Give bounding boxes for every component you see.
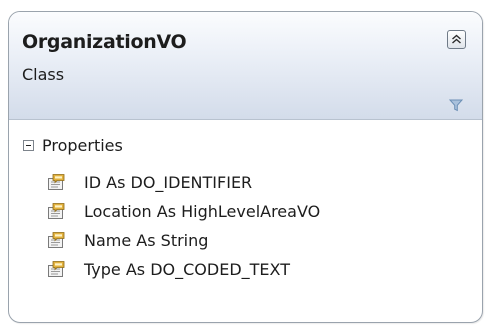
- compartment-label: Properties: [42, 136, 123, 155]
- class-kind: Class: [22, 65, 65, 84]
- property-icon: [48, 174, 65, 190]
- property-label: Type As DO_CODED_TEXT: [84, 260, 290, 279]
- property-icon: [48, 232, 65, 248]
- property-label: Location As HighLevelAreaVO: [84, 202, 321, 221]
- filter-icon[interactable]: [449, 98, 463, 112]
- collapse-chevrons-icon[interactable]: [447, 30, 466, 49]
- class-header[interactable]: OrganizationVO Class: [9, 12, 482, 120]
- class-name: OrganizationVO: [22, 31, 187, 53]
- property-label: ID As DO_IDENTIFIER: [84, 173, 253, 192]
- minus-box-icon[interactable]: [23, 140, 34, 151]
- property-label: Name As String: [84, 231, 209, 250]
- property-icon: [48, 203, 65, 219]
- property-icon: [48, 261, 65, 277]
